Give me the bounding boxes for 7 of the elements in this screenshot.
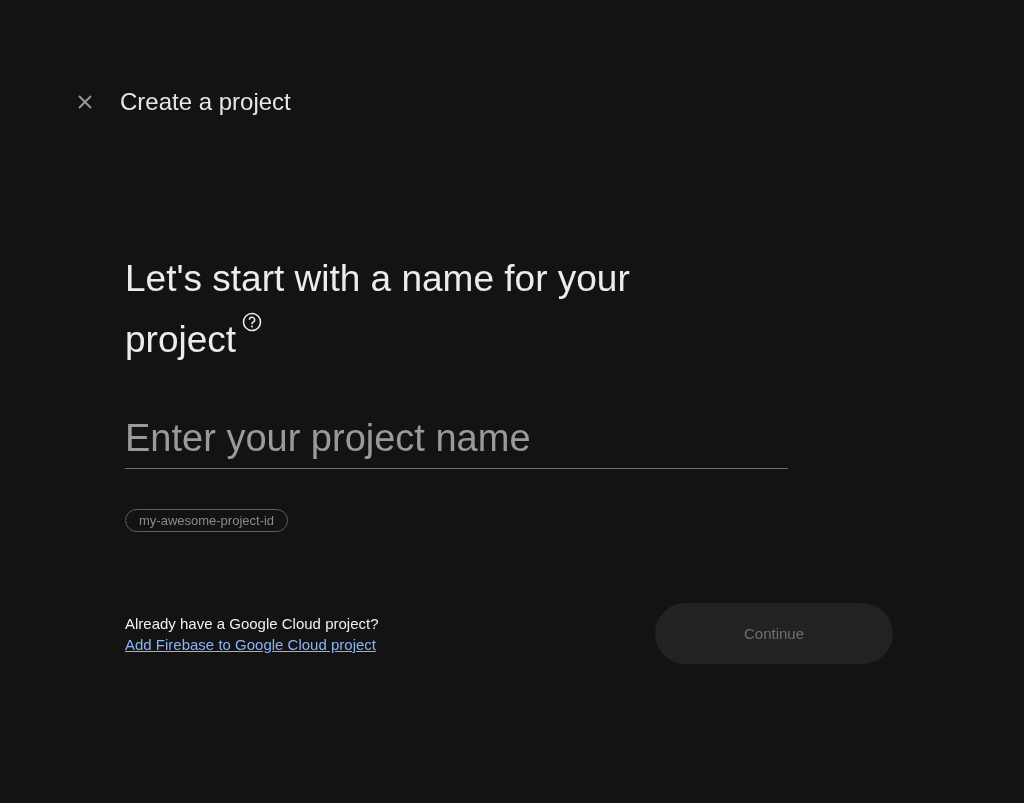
page-title: Create a project bbox=[120, 88, 291, 116]
question-text: Already have a Google Cloud project? bbox=[125, 614, 379, 632]
project-name-field[interactable]: Enter your project name bbox=[125, 414, 788, 469]
close-icon bbox=[77, 94, 93, 110]
add-firebase-link[interactable]: Add Firebase to Google Cloud project bbox=[125, 635, 379, 653]
heading: Let's start with a name for your project bbox=[125, 257, 631, 362]
help-icon[interactable] bbox=[242, 312, 263, 332]
